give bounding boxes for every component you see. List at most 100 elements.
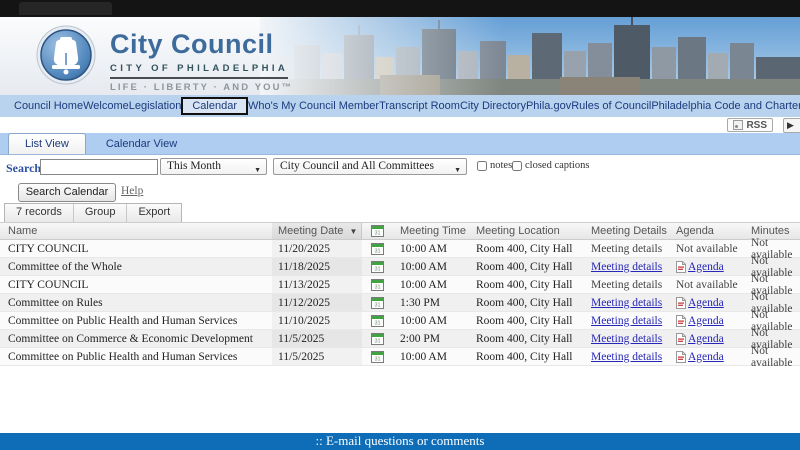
rss-button[interactable]: RSS (727, 118, 773, 132)
cell-meeting-location: Room 400, City Hall (470, 279, 585, 291)
agenda-link[interactable]: Agenda (688, 261, 724, 273)
export-button[interactable]: Export (127, 204, 181, 222)
meeting-details-link[interactable]: Meeting details (591, 351, 662, 363)
banner-title-block: City Council CITY OF PHILADELPHIA LIFE ·… (110, 30, 293, 93)
help-link[interactable]: Help (121, 185, 143, 197)
calendar-icon[interactable]: 31 (371, 315, 384, 327)
cell-meeting-location: Room 400, City Hall (470, 297, 585, 309)
banner-tagline: LIFE · LIBERTY · AND YOU™ (110, 82, 293, 93)
agenda-unavailable-text: Not available (676, 279, 738, 291)
search-input[interactable] (40, 159, 158, 175)
meeting-details-link[interactable]: Meeting details (591, 315, 662, 327)
cell-meeting-date: 11/20/2025 (272, 240, 362, 257)
table-header-row: Name Meeting Date ▼ 31 Meeting Time Meet… (0, 222, 800, 240)
main-navigation: Council Home Welcome Legislation Calenda… (0, 95, 800, 117)
period-select[interactable]: This Month ▼ (160, 158, 267, 175)
agenda-unavailable-text: Not available (676, 243, 738, 255)
table-row: Committee on Commerce & Economic Develop… (0, 330, 800, 348)
nav-rules-of-council[interactable]: Rules of Council (571, 100, 651, 112)
nav-council-home[interactable]: Council Home (14, 100, 83, 112)
nav-phila-gov[interactable]: Phila.gov (526, 100, 571, 112)
col-header-agenda[interactable]: Agenda (670, 225, 745, 237)
meeting-details-link[interactable]: Meeting details (591, 297, 662, 309)
cell-meeting-date: 11/5/2025 (272, 348, 362, 365)
browser-tab-shape (19, 2, 112, 15)
chevron-down-icon: ▼ (254, 163, 261, 178)
committee-select[interactable]: City Council and All Committees ▼ (273, 158, 467, 175)
col-header-name[interactable]: Name (0, 225, 272, 237)
calendar-icon[interactable]: 31 (371, 261, 384, 273)
rss-icon (733, 120, 743, 130)
pdf-icon (676, 297, 686, 309)
svg-text:31: 31 (374, 356, 380, 362)
nav-code-and-charter[interactable]: Philadelphia Code and Charter (651, 100, 800, 112)
records-toolbar: 7 records Group Export (4, 203, 182, 223)
minutes-unavailable-text: Not available (751, 345, 793, 369)
search-calendar-button[interactable]: Search Calendar (18, 183, 116, 202)
print-icon[interactable]: ▶ (783, 118, 800, 133)
nav-city-directory[interactable]: City Directory (460, 100, 526, 112)
calendar-icon[interactable]: 31 (371, 279, 384, 291)
philadelphia-skyline-image (260, 17, 800, 95)
email-questions-link[interactable]: :: E-mail questions or comments (316, 433, 485, 448)
calendar-icon[interactable]: 31 (371, 333, 384, 345)
rss-row: RSS ▶ (0, 117, 800, 133)
agenda-link[interactable]: Agenda (688, 351, 724, 363)
sort-desc-icon: ▼ (349, 227, 357, 236)
footer-bar: :: E-mail questions or comments (0, 433, 800, 450)
calendar-icon[interactable]: 31 (371, 297, 384, 309)
notes-checkbox-label: notes (490, 160, 512, 171)
col-header-meeting-time[interactable]: Meeting Time (392, 225, 470, 237)
agenda-link[interactable]: Agenda (688, 297, 724, 309)
notes-checkbox-group: notes (477, 160, 512, 171)
calendar-icon[interactable]: 31 (371, 351, 384, 363)
pdf-icon (676, 351, 686, 363)
meeting-details-link[interactable]: Meeting details (591, 333, 662, 345)
cell-name: Committee on Public Health and Human Ser… (0, 315, 272, 327)
cell-meeting-time: 10:00 AM (392, 243, 470, 255)
closed-captions-checkbox-label: closed captions (525, 160, 589, 171)
cell-meeting-time: 10:00 AM (392, 351, 470, 363)
col-header-calendar: 31 (362, 225, 392, 237)
records-count-button[interactable]: 7 records (5, 204, 74, 222)
banner: City Council CITY OF PHILADELPHIA LIFE ·… (0, 17, 800, 95)
notes-checkbox[interactable] (477, 161, 487, 171)
col-header-minutes[interactable]: Minutes (745, 225, 800, 237)
agenda-link[interactable]: Agenda (688, 333, 724, 345)
meeting-details-text: Meeting details (591, 243, 662, 255)
meeting-details-link[interactable]: Meeting details (591, 261, 662, 273)
nav-legislation[interactable]: Legislation (129, 100, 182, 112)
col-header-meeting-date[interactable]: Meeting Date ▼ (272, 223, 362, 239)
closed-captions-checkbox[interactable] (512, 161, 522, 171)
cell-meeting-time: 1:30 PM (392, 297, 470, 309)
closed-captions-checkbox-group: closed captions (512, 160, 589, 171)
nav-calendar[interactable]: Calendar (181, 97, 248, 115)
col-header-meeting-details[interactable]: Meeting Details (585, 225, 670, 237)
nav-welcome[interactable]: Welcome (83, 100, 129, 112)
col-header-meeting-location[interactable]: Meeting Location (470, 225, 585, 237)
group-button[interactable]: Group (74, 204, 128, 222)
committee-select-value: City Council and All Committees (280, 160, 434, 172)
table-row: Committee on Rules 11/12/2025 31 1:30 PM… (0, 294, 800, 312)
cell-meeting-location: Room 400, City Hall (470, 243, 585, 255)
calendar-icon: 31 (371, 225, 384, 237)
cell-meeting-date: 11/5/2025 (272, 330, 362, 347)
pdf-icon (676, 261, 686, 273)
svg-text:31: 31 (374, 248, 380, 254)
svg-text:31: 31 (374, 338, 380, 344)
svg-text:31: 31 (374, 266, 380, 272)
tab-calendar-view[interactable]: Calendar View (90, 134, 193, 154)
nav-transcript-room[interactable]: Transcript Room (379, 100, 460, 112)
cell-meeting-location: Room 400, City Hall (470, 333, 585, 345)
col-header-meeting-date-label: Meeting Date (278, 225, 343, 237)
calendar-icon[interactable]: 31 (371, 243, 384, 255)
cell-meeting-date: 11/12/2025 (272, 294, 362, 311)
nav-whos-my-council-member[interactable]: Who's My Council Member (248, 100, 379, 112)
tab-list-view[interactable]: List View (8, 133, 86, 154)
agenda-link[interactable]: Agenda (688, 315, 724, 327)
table-row: CITY COUNCIL 11/20/2025 31 10:00 AM Room… (0, 240, 800, 258)
cell-meeting-time: 10:00 AM (392, 279, 470, 291)
view-tabs: List View Calendar View (0, 133, 800, 155)
pdf-icon (676, 333, 686, 345)
chevron-down-icon: ▼ (454, 163, 461, 178)
